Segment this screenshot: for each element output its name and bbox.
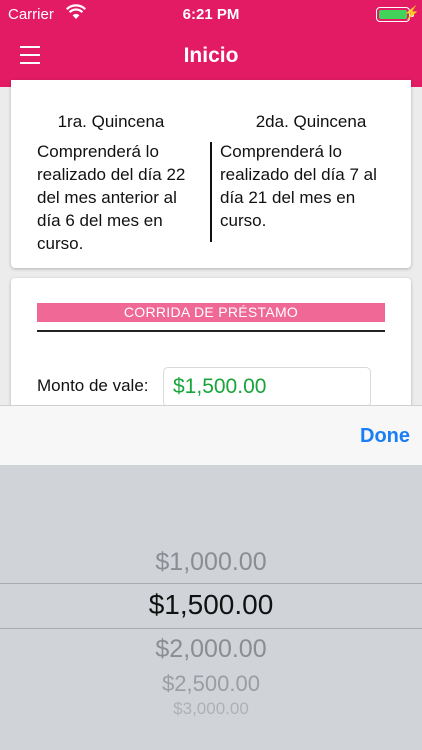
picker-selection-bottom-line [0, 628, 422, 629]
picker-option[interactable]: $3,000.00 [0, 699, 422, 719]
second-quincena-title: 2da. Quincena [255, 112, 367, 131]
first-quincena-title: 1ra. Quincena [57, 112, 165, 131]
picker-option[interactable]: $1,000.00 [0, 548, 422, 577]
second-quincena-text: Comprenderá lo realizado del día 7 al dí… [220, 142, 377, 230]
prestamo-banner: CORRIDA DE PRÉSTAMO [37, 303, 385, 322]
first-quincena-text: Comprenderá lo realizado del día 22 del … [37, 142, 186, 253]
monto-input[interactable]: $1,500.00 [163, 367, 371, 407]
done-button[interactable]: Done [360, 425, 410, 448]
column-divider [210, 142, 212, 242]
nav-header: Carrier 6:21 PM ⚡ Inicio [0, 0, 422, 87]
picker-option[interactable]: $2,000.00 [0, 635, 422, 664]
clock: 6:21 PM [182, 6, 240, 23]
amount-picker[interactable]: $1,000.00 $1,500.00 $2,000.00 $2,500.00 … [0, 465, 422, 750]
banner-underline [37, 330, 385, 332]
picker-toolbar: Done [0, 405, 422, 465]
picker-option-selected[interactable]: $1,500.00 [0, 589, 422, 621]
picker-selection-top-line [0, 583, 422, 584]
status-bar: Carrier 6:21 PM ⚡ [0, 0, 422, 30]
quincenas-card: 1ra. Quincena 2da. Quincena Comprenderá … [11, 80, 411, 268]
picker-option[interactable]: $2,500.00 [0, 671, 422, 697]
page-title: Inicio [183, 44, 239, 67]
bolt-icon: ⚡ [403, 5, 420, 20]
monto-label: Monto de vale: [37, 376, 149, 395]
